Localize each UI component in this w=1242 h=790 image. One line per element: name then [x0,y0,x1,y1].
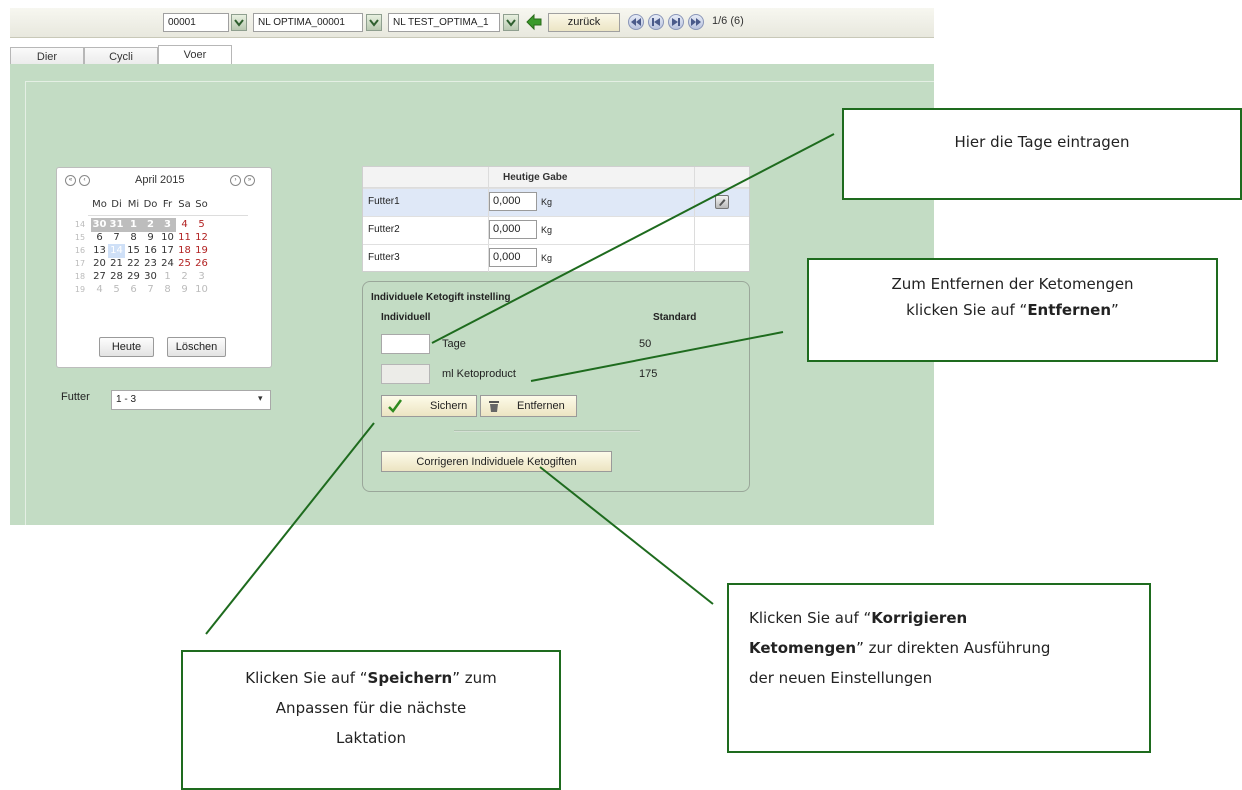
callout-text: Klicken Sie auf “ [245,669,368,687]
callout-save: Klicken Sie auf “Speichern” zum Anpassen… [181,650,561,790]
callout-text: ” [1111,301,1119,319]
callout-correct-line2: Ketomengen” zur direkten Ausführung [749,633,1149,663]
callout-bold-text: Ketomengen [749,639,857,657]
callout-bold-text: Korrigieren [871,609,968,627]
callout-remove-line2: klicken Sie auf “Entfernen” [809,297,1216,323]
callout-text: Klicken Sie auf “ [749,609,872,627]
callout-line-days [431,133,835,344]
callout-correct: Klicken Sie auf “Korrigieren Ketomengen”… [727,583,1151,753]
callout-bold-text: Speichern [367,669,453,687]
callout-text: ” zum [452,669,497,687]
callout-remove-line1: Zum Entfernen der Ketomengen [891,275,1134,293]
callout-line-remove [530,331,784,382]
callout-correct-line3: der neuen Einstellungen [749,669,933,687]
callout-correct-line1: Klicken Sie auf “Korrigieren [749,603,1149,633]
callout-text: klicken Sie auf “ [906,301,1028,319]
callout-bold-text: Entfernen [1027,301,1112,319]
callout-save-line1: Klicken Sie auf “Speichern” zum [183,663,559,693]
callout-save-line3: Laktation [335,729,407,747]
callout-days-text: Hier die Tage eintragen [954,133,1130,151]
callout-line-correct [539,466,714,605]
callout-days: Hier die Tage eintragen [842,108,1242,200]
callout-remove: Zum Entfernen der Ketomengen klicken Sie… [807,258,1218,362]
callout-save-line2: Anpassen für die nächste [275,699,467,717]
callout-text: ” zur direkten Ausführung [856,639,1051,657]
callout-line-save [205,422,375,635]
